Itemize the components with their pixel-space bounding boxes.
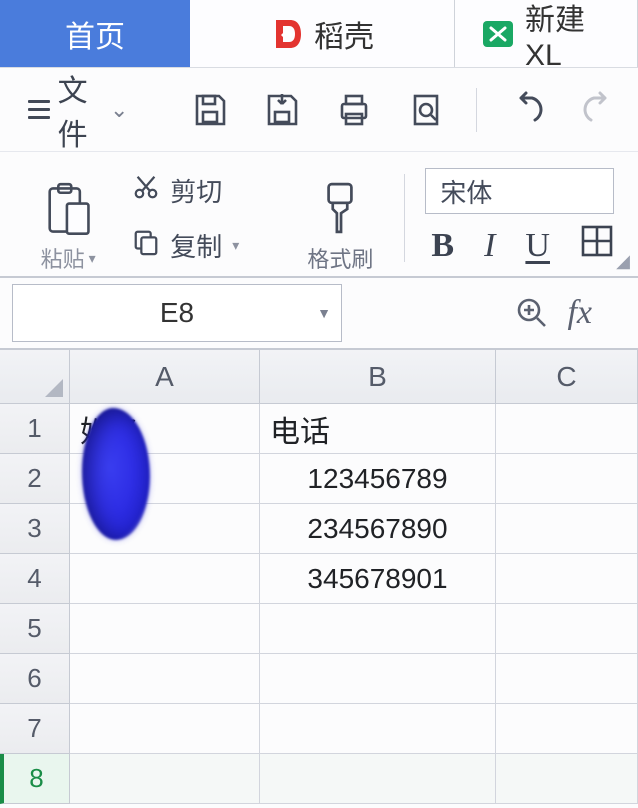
- hamburger-icon: [28, 100, 50, 119]
- italic-button[interactable]: I: [484, 227, 495, 265]
- print-icon[interactable]: [332, 88, 376, 132]
- format-painter-group: 格式刷: [296, 162, 384, 274]
- paste-label[interactable]: 粘贴▾: [41, 242, 96, 274]
- zoom-icon[interactable]: [515, 296, 549, 330]
- cell[interactable]: [496, 604, 638, 654]
- cell[interactable]: [496, 704, 638, 754]
- cell[interactable]: [496, 504, 638, 554]
- paste-icon[interactable]: [40, 180, 96, 240]
- row-header[interactable]: 2: [0, 454, 70, 504]
- font-family-select[interactable]: 宋体: [425, 168, 614, 214]
- name-box-value: E8: [160, 297, 194, 329]
- quick-access-toolbar: 文件 ⌄ ⌄: [0, 68, 638, 152]
- grid-row: 1 姓名 电话: [0, 404, 638, 454]
- cell[interactable]: 345678901: [260, 554, 496, 604]
- grid-row: 7: [0, 704, 638, 754]
- spreadsheet-icon: [481, 17, 515, 51]
- cell[interactable]: 姓名: [70, 404, 260, 454]
- ribbon-separator: [404, 174, 405, 262]
- row-header[interactable]: 6: [0, 654, 70, 704]
- row-header[interactable]: 5: [0, 604, 70, 654]
- toolbar-separator: [476, 88, 477, 132]
- copy-label: 复制: [170, 227, 222, 264]
- name-box[interactable]: E8 ▼: [12, 284, 342, 342]
- cell[interactable]: [70, 654, 260, 704]
- grid-row: 6: [0, 654, 638, 704]
- format-painter-label[interactable]: 格式刷: [307, 242, 373, 274]
- docer-icon: [270, 17, 304, 51]
- underline-button[interactable]: U: [525, 227, 550, 265]
- row-header[interactable]: 8: [0, 754, 70, 804]
- row-header[interactable]: 1: [0, 404, 70, 454]
- grid-row: 8: [0, 754, 638, 804]
- cell[interactable]: [260, 604, 496, 654]
- cell[interactable]: [496, 754, 638, 804]
- redo-icon[interactable]: [577, 88, 621, 132]
- dropdown-icon[interactable]: ▼: [317, 305, 331, 321]
- font-group: 宋体 B I U: [425, 162, 614, 274]
- select-all-corner[interactable]: [0, 350, 70, 404]
- cell[interactable]: 123456789: [260, 454, 496, 504]
- ribbon-expander-icon[interactable]: ◢: [616, 251, 630, 272]
- cell[interactable]: [70, 554, 260, 604]
- cell[interactable]: [496, 554, 638, 604]
- column-header-b[interactable]: B: [260, 350, 496, 404]
- column-headers: A B C: [0, 350, 638, 404]
- undo-icon[interactable]: [505, 88, 549, 132]
- format-painter-icon[interactable]: [315, 178, 365, 238]
- save-as-icon[interactable]: [260, 88, 304, 132]
- scissors-icon: [132, 173, 160, 208]
- cell[interactable]: [70, 754, 260, 804]
- grid-row: 4 345678901: [0, 554, 638, 604]
- cell[interactable]: [260, 704, 496, 754]
- ribbon-home: 粘贴▾ 剪切 复制 ▾ 格式刷 宋体 B I U: [0, 152, 638, 278]
- cell[interactable]: 234567890: [260, 504, 496, 554]
- cell[interactable]: [70, 704, 260, 754]
- font-style-strip: B I U: [425, 224, 614, 267]
- cell[interactable]: [70, 504, 260, 554]
- quick-access-icons: ⌄: [188, 88, 638, 132]
- cell[interactable]: 电话: [260, 404, 496, 454]
- cell[interactable]: [496, 454, 638, 504]
- fx-area: fx: [515, 294, 628, 332]
- spreadsheet-grid: A B C 1 姓名 电话 2 123456789 3 234567890 4 …: [0, 350, 638, 804]
- tab-docer-label: 稻壳: [314, 12, 374, 56]
- column-header-a[interactable]: A: [70, 350, 260, 404]
- cell[interactable]: [496, 404, 638, 454]
- file-menu-button[interactable]: 文件 ⌄: [28, 66, 128, 154]
- grid-row: 3 234567890: [0, 504, 638, 554]
- cut-copy-group: 剪切 复制 ▾: [132, 162, 276, 274]
- cell[interactable]: [260, 654, 496, 704]
- row-header[interactable]: 4: [0, 554, 70, 604]
- copy-button[interactable]: 复制 ▾: [132, 227, 276, 264]
- save-icon[interactable]: [188, 88, 232, 132]
- tab-home[interactable]: 首页: [0, 0, 190, 67]
- cut-label: 剪切: [170, 172, 222, 209]
- cell[interactable]: [260, 754, 496, 804]
- cell[interactable]: [496, 654, 638, 704]
- tab-new-sheet[interactable]: 新建 XL: [455, 0, 638, 67]
- tab-bar: 首页 稻壳 新建 XL: [0, 0, 638, 68]
- cut-button[interactable]: 剪切: [132, 172, 276, 209]
- column-header-c[interactable]: C: [496, 350, 638, 404]
- cell[interactable]: [70, 604, 260, 654]
- paste-group: 粘贴▾: [24, 162, 112, 274]
- chevron-down-icon: ⌄: [110, 97, 128, 123]
- borders-button[interactable]: [580, 224, 614, 267]
- grid-row: 2 123456789: [0, 454, 638, 504]
- tab-new-sheet-label: 新建 XL: [525, 0, 611, 73]
- grid-row: 5: [0, 604, 638, 654]
- cell[interactable]: [70, 454, 260, 504]
- font-family-value: 宋体: [440, 173, 492, 210]
- row-header[interactable]: 7: [0, 704, 70, 754]
- tab-docer[interactable]: 稻壳: [190, 0, 455, 67]
- fx-button[interactable]: fx: [567, 294, 592, 332]
- formula-bar: E8 ▼ fx: [0, 278, 638, 350]
- copy-icon: [132, 228, 160, 263]
- bold-button[interactable]: B: [431, 227, 454, 265]
- file-menu-label: 文件: [58, 66, 98, 154]
- row-header[interactable]: 3: [0, 504, 70, 554]
- print-preview-icon[interactable]: [404, 88, 448, 132]
- tab-home-label: 首页: [65, 12, 125, 56]
